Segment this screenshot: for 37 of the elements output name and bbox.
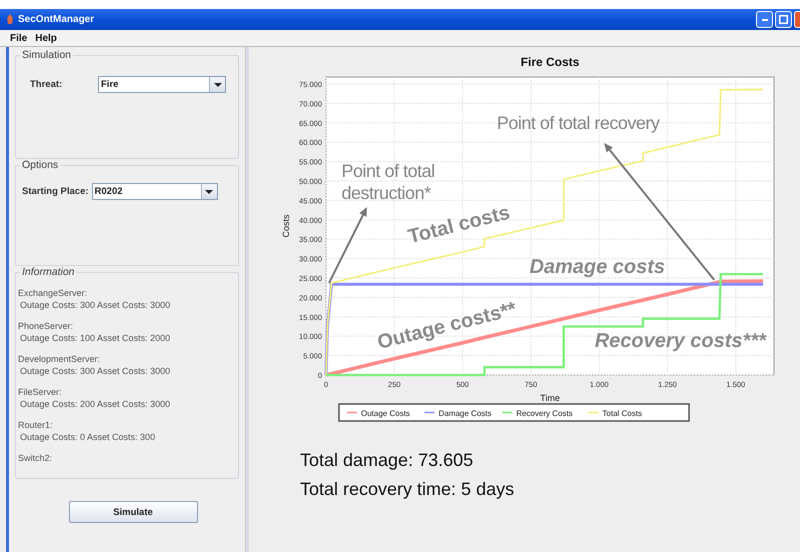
menu-item[interactable]: Help bbox=[35, 32, 57, 44]
device-name: DevelopmentServer: bbox=[18, 353, 102, 365]
device-name: FileServer: bbox=[18, 386, 63, 398]
starting-place-dropdown[interactable]: R0202 bbox=[92, 183, 218, 200]
chart-annotation: Total costs bbox=[406, 202, 512, 248]
group-title: Information bbox=[20, 266, 77, 278]
legend-label: Outage Costs bbox=[361, 409, 410, 418]
chart-annotation: Point of total destruction* bbox=[342, 160, 436, 204]
device-name: Router1: bbox=[18, 419, 54, 431]
summary-text: Total damage: 73.605 bbox=[300, 450, 474, 471]
device-costs: Outage Costs: 200 Asset Costs: 3000 bbox=[19, 398, 172, 410]
chart-annotation: Point of total recovery bbox=[496, 112, 660, 134]
field-label: Threat: bbox=[30, 79, 64, 90]
device-costs: Outage Costs: 300 Asset Costs: 3000 bbox=[19, 299, 172, 311]
chart-annotation: Outage costs** bbox=[375, 298, 519, 354]
menu-item[interactable]: File bbox=[10, 32, 28, 44]
chart-title: Fire Costs bbox=[520, 55, 580, 69]
group-title: Options bbox=[20, 159, 60, 171]
legend-label: Damage Costs bbox=[438, 409, 492, 418]
simulate-button[interactable]: Simulate bbox=[68, 501, 198, 523]
legend-label: Total Costs bbox=[602, 409, 642, 418]
device-name: ExchangeServer: bbox=[18, 287, 88, 299]
chart-annotation: Damage costs bbox=[529, 256, 666, 278]
group-title: Simulation bbox=[20, 49, 74, 61]
device-costs: Outage Costs: 100 Asset Costs: 2000 bbox=[19, 332, 172, 344]
axis-title: Costs bbox=[281, 214, 291, 238]
axis-title: Time bbox=[540, 393, 560, 403]
device-name: Switch2: bbox=[18, 452, 54, 464]
summary-text: Total recovery time: 5 days bbox=[300, 479, 516, 500]
device-costs: Outage Costs: 0 Asset Costs: 300 bbox=[19, 431, 156, 443]
device-name: PhoneServer: bbox=[18, 320, 74, 332]
device-costs: Outage Costs: 300 Asset Costs: 3000 bbox=[19, 365, 172, 377]
threat-dropdown[interactable]: Fire bbox=[98, 76, 226, 93]
window-title: SecOntManager bbox=[18, 14, 94, 25]
field-label: Starting Place: bbox=[22, 186, 89, 197]
chart-annotation: Recovery costs*** bbox=[594, 330, 766, 352]
legend-label: Recovery Costs bbox=[516, 409, 573, 418]
